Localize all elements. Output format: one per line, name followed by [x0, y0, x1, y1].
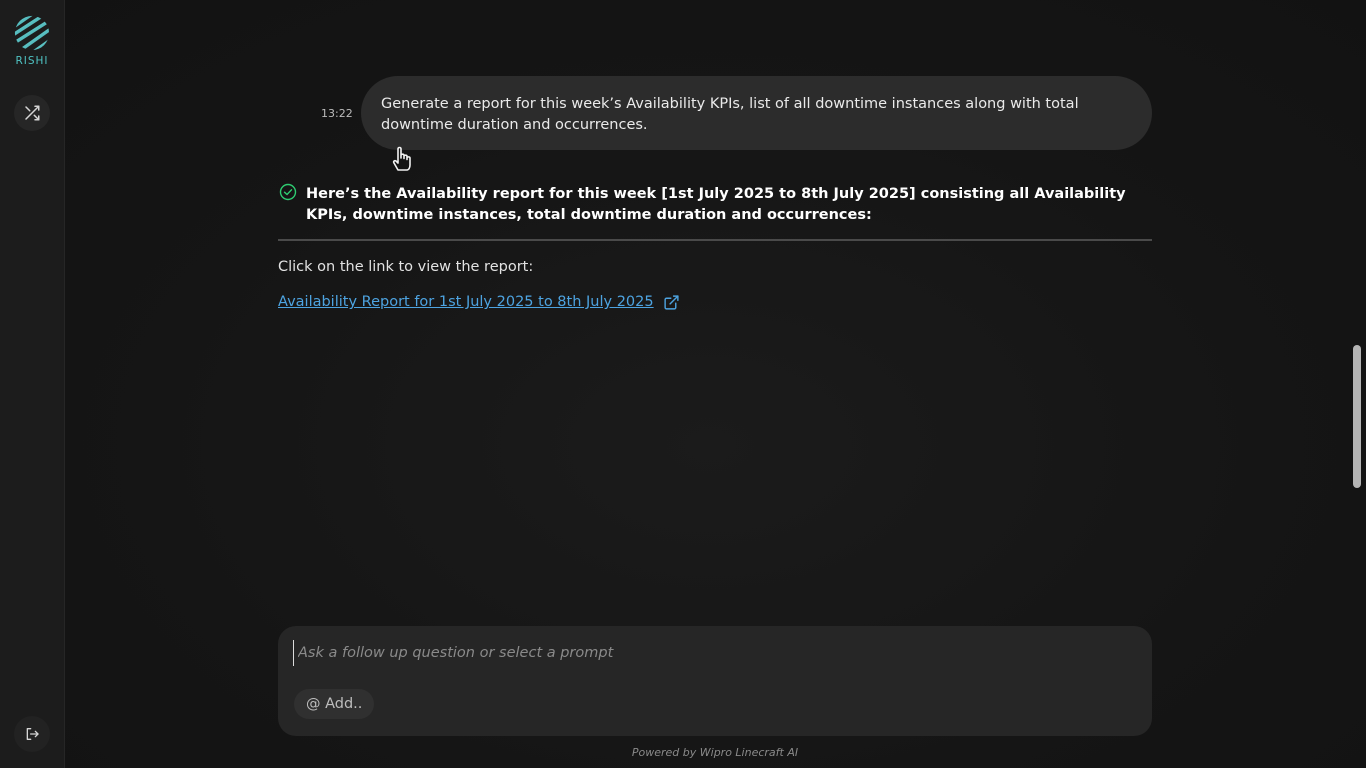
hand-pointer-icon	[392, 146, 411, 171]
brand-logo[interactable]: RISHI	[0, 14, 64, 67]
logout-icon	[26, 728, 39, 740]
add-context-button[interactable]: @ Add..	[294, 689, 375, 719]
user-message-bubble: Generate a report for this week’s Availa…	[361, 76, 1152, 150]
rishi-logo-icon	[14, 15, 50, 51]
answer-title: Here’s the Availability report for this …	[306, 186, 1126, 223]
shuffle-icon	[25, 105, 40, 121]
brand-name: RISHI	[15, 55, 49, 67]
shuffle-button[interactable]	[14, 95, 50, 131]
check-circle-icon	[279, 183, 297, 201]
follow-up-input[interactable]	[293, 640, 1140, 666]
availability-report-link[interactable]: Availability Report for 1st July 2025 to…	[278, 294, 654, 310]
sidebar: RISHI	[0, 0, 65, 768]
composer: @ Add..	[278, 626, 1152, 736]
footer-powered-by: Powered by Wipro Linecraft AI	[631, 746, 799, 759]
scrollbar-thumb[interactable]	[1353, 345, 1361, 488]
message-timestamp: 13:22	[321, 107, 353, 120]
external-link-icon[interactable]	[663, 294, 680, 311]
report-hint: Click on the link to view the report:	[278, 259, 534, 275]
answer-divider	[278, 239, 1152, 241]
